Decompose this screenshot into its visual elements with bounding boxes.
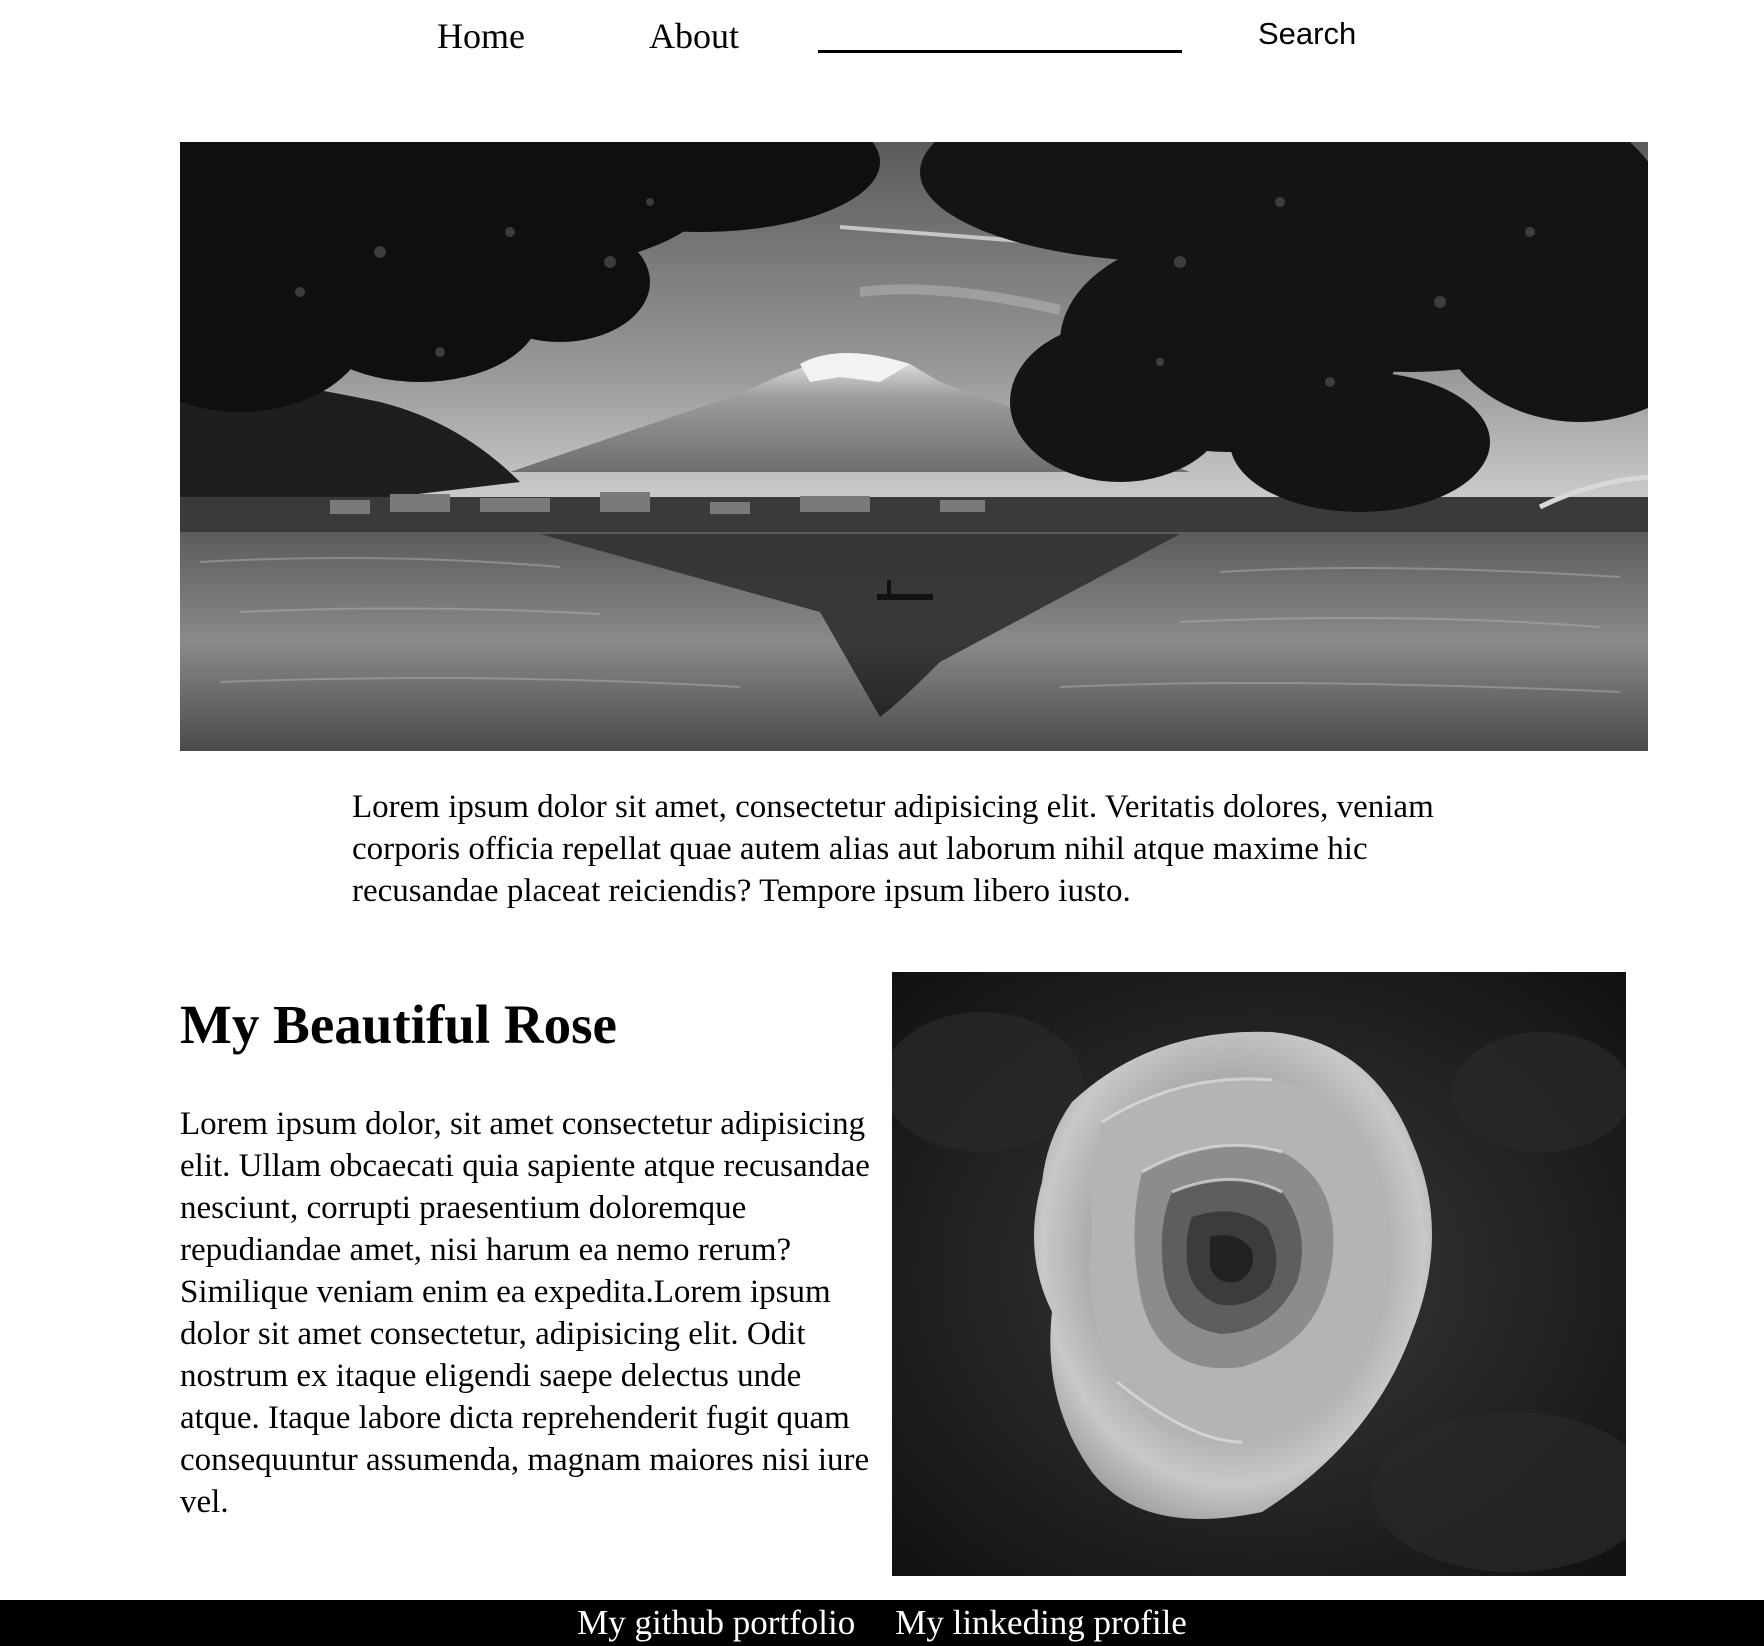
hero-image: [180, 142, 1648, 751]
nav-about-link[interactable]: About: [649, 18, 739, 54]
rose-image: [892, 972, 1626, 1576]
intro-paragraph: Lorem ipsum dolor sit amet, consectetur …: [352, 789, 1434, 909]
footer: My github portfolio My linkeding profile: [0, 1600, 1764, 1646]
search-input[interactable]: [818, 14, 1182, 53]
nav-home-link[interactable]: Home: [437, 18, 525, 54]
mountain-lake-landscape-image: [180, 142, 1648, 751]
rose-section-title: My Beautiful Rose: [180, 994, 617, 1055]
rose-section-paragraph: Lorem ipsum dolor, sit amet consectetur …: [180, 1106, 870, 1520]
rose-flower-image: [892, 972, 1626, 1576]
github-portfolio-link[interactable]: My github portfolio: [577, 1600, 855, 1646]
search-button[interactable]: Search: [1258, 16, 1356, 52]
linkedin-profile-link[interactable]: My linkeding profile: [895, 1600, 1187, 1646]
top-nav: Home About Search: [0, 0, 1764, 70]
